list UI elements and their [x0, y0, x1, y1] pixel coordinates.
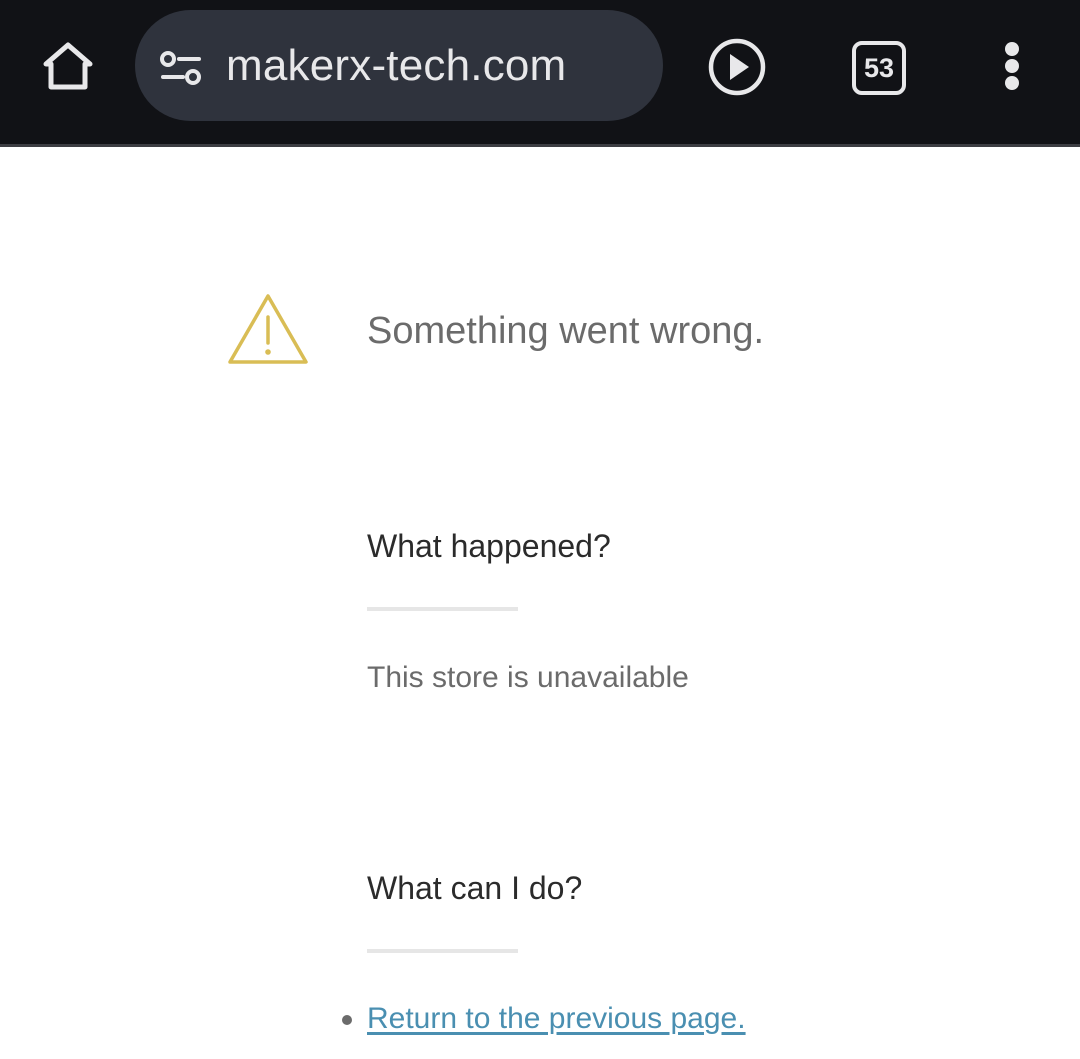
- list-bullet: [342, 1015, 352, 1025]
- tab-switcher-button[interactable]: 53: [850, 39, 906, 95]
- error-title: Something went wrong.: [367, 310, 765, 352]
- warning-icon: [228, 294, 308, 364]
- browser-toolbar: makerx-tech.com 53: [0, 0, 1080, 144]
- more-vert-icon[interactable]: [992, 38, 1032, 94]
- what-can-i-do-heading: What can I do?: [367, 870, 583, 906]
- tab-count: 53: [863, 52, 895, 83]
- menu-dot: [1005, 42, 1019, 56]
- tab-switcher-icon: 53: [852, 41, 906, 95]
- heading-divider: [367, 949, 518, 953]
- what-happened-heading: What happened?: [367, 528, 611, 564]
- play-circle-icon: [708, 38, 766, 96]
- error-description: This store is unavailable: [367, 661, 689, 694]
- home-icon: [43, 42, 93, 90]
- url-text[interactable]: makerx-tech.com: [226, 39, 566, 93]
- return-previous-page-link[interactable]: Return to the previous page.: [367, 1000, 746, 1038]
- menu-dot: [1005, 76, 1019, 90]
- address-bar[interactable]: makerx-tech.com: [135, 10, 663, 121]
- media-button[interactable]: [706, 36, 768, 98]
- heading-divider: [367, 607, 518, 611]
- tune-icon[interactable]: [159, 50, 203, 86]
- toolbar-divider: [0, 144, 1080, 147]
- menu-dot: [1005, 59, 1019, 73]
- home-button[interactable]: [36, 36, 100, 96]
